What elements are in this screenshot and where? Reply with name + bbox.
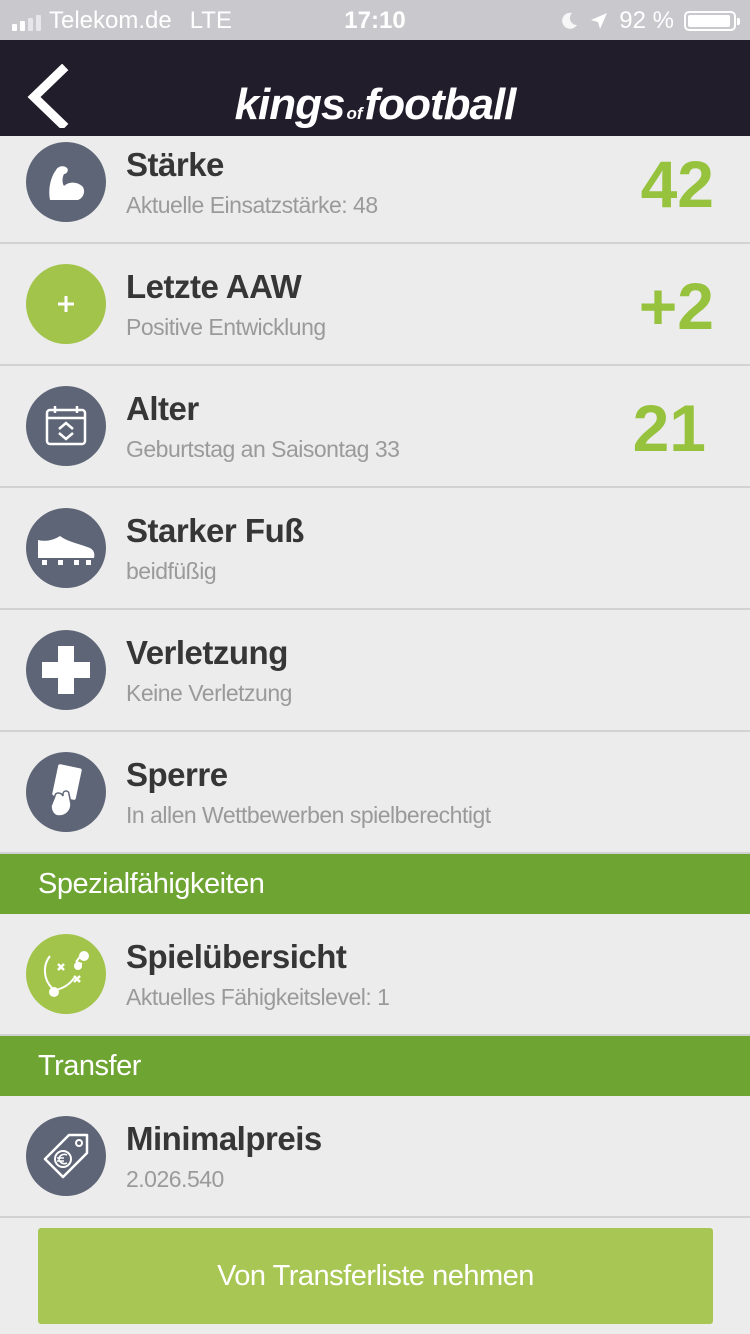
battery-icon [684, 11, 740, 31]
calendar-icon [26, 386, 106, 466]
row-title: Verletzung [126, 634, 288, 671]
status-bar: Telekom.de LTE 17:10 92 % [0, 0, 750, 40]
euro-price-tag-icon [26, 1116, 106, 1196]
row-subtitle: Aktuelle Einsatzstärke: 48 [126, 192, 378, 218]
row-title: Starker Fuß [126, 512, 304, 549]
suspension-row[interactable]: Sperre In allen Wettbewerben spielberech… [0, 732, 750, 854]
strong-foot-row[interactable]: Starker Fuß beidfüßig [0, 488, 750, 610]
tactics-board-icon [26, 934, 106, 1014]
remove-from-transfer-list-button[interactable]: Von Transferliste nehmen [38, 1228, 713, 1324]
row-subtitle: 2.026.540 [126, 1166, 224, 1192]
flexed-arm-icon [26, 142, 106, 222]
section-header-special-abilities: Spezialfähigkeiten [0, 854, 750, 914]
row-subtitle: Geburtstag an Saisontag 33 [126, 436, 400, 462]
logo-football: football [364, 80, 517, 129]
aaw-value: +2 [638, 269, 714, 343]
injury-row[interactable]: Verletzung Keine Verletzung [0, 610, 750, 732]
football-boot-icon [26, 508, 106, 588]
row-subtitle: Aktuelles Fähigkeitslevel: 1 [126, 984, 390, 1010]
strength-value: 42 [640, 147, 714, 221]
status-right: 92 % [559, 7, 740, 35]
age-value: 21 [632, 391, 706, 465]
special-ability-row[interactable]: Spielübersicht Aktuelles Fähigkeitslevel… [0, 914, 750, 1036]
row-title: Alter [126, 390, 199, 427]
row-subtitle: Positive Entwicklung [126, 314, 326, 340]
row-title: Sperre [126, 756, 228, 793]
age-row[interactable]: Alter Geburtstag an Saisontag 33 21 [0, 366, 750, 488]
location-arrow-icon [591, 13, 608, 29]
referee-card-icon [26, 752, 106, 832]
row-title: Minimalpreis [126, 1120, 322, 1157]
medical-cross-icon [26, 630, 106, 710]
section-header-transfer: Transfer [0, 1036, 750, 1096]
row-title: Stärke [126, 146, 224, 183]
row-subtitle: In allen Wettbewerben spielberechtigt [126, 802, 491, 828]
last-aaw-row[interactable]: Letzte AAW Positive Entwicklung +2 [0, 244, 750, 366]
plus-circle-icon [26, 264, 106, 344]
row-subtitle: Keine Verletzung [126, 680, 292, 706]
strength-row[interactable]: Stärke Aktuelle Einsatzstärke: 48 42 [0, 136, 750, 244]
row-subtitle: beidfüßig [126, 558, 217, 584]
logo-of: of [346, 104, 363, 123]
app-logo: kings offootball [0, 80, 750, 130]
min-price-row[interactable]: Minimalpreis 2.026.540 [0, 1096, 750, 1218]
row-title: Spielübersicht [126, 938, 347, 975]
battery-percent: 92 % [619, 7, 674, 34]
navigation-bar: kings offootball [0, 40, 750, 136]
logo-kings: kings [234, 80, 346, 129]
row-title: Letzte AAW [126, 268, 302, 305]
player-detail-list: Stärke Aktuelle Einsatzstärke: 48 42 Let… [0, 136, 750, 1218]
moon-icon [562, 12, 578, 29]
